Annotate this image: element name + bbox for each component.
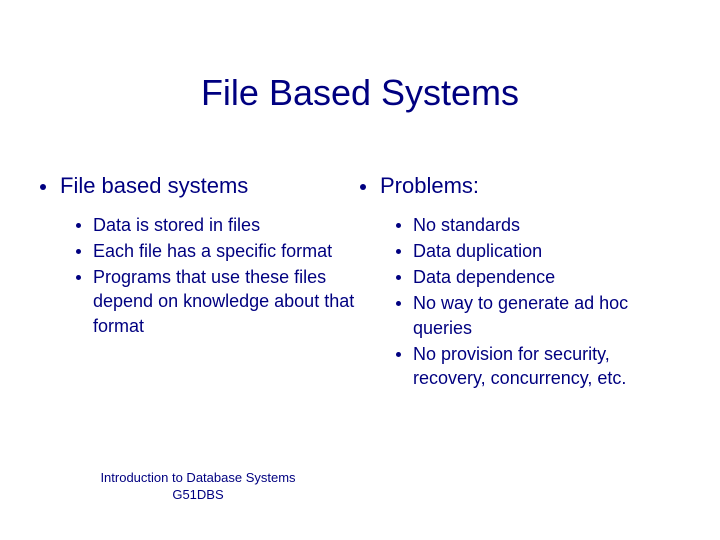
slide-title: File Based Systems bbox=[0, 0, 720, 142]
bullet-icon bbox=[76, 249, 81, 254]
list-item-text: Programs that use these files depend on … bbox=[93, 265, 360, 338]
list-item: No standards bbox=[396, 213, 680, 237]
footer-line-1: Introduction to Database Systems bbox=[88, 470, 308, 487]
list-item-text: No provision for security, recovery, con… bbox=[413, 342, 680, 391]
bullet-icon bbox=[396, 352, 401, 357]
list-item-text: Data dependence bbox=[413, 265, 555, 289]
left-heading-text: File based systems bbox=[60, 172, 248, 201]
left-column: File based systems Data is stored in fil… bbox=[40, 172, 360, 393]
bullet-icon bbox=[76, 275, 81, 280]
bullet-icon bbox=[396, 249, 401, 254]
bullet-icon bbox=[396, 301, 401, 306]
right-heading-text: Problems: bbox=[380, 172, 479, 201]
list-item: Data duplication bbox=[396, 239, 680, 263]
list-item: Data is stored in files bbox=[76, 213, 360, 237]
bullet-icon bbox=[76, 223, 81, 228]
content-columns: File based systems Data is stored in fil… bbox=[0, 142, 720, 393]
list-item-text: Data duplication bbox=[413, 239, 542, 263]
slide: File Based Systems File based systems Da… bbox=[0, 0, 720, 540]
list-item: Each file has a specific format bbox=[76, 239, 360, 263]
list-item: No way to generate ad hoc queries bbox=[396, 291, 680, 340]
bullet-icon bbox=[396, 275, 401, 280]
bullet-icon bbox=[360, 184, 366, 190]
left-list: Data is stored in files Each file has a … bbox=[40, 213, 360, 338]
list-item-text: Data is stored in files bbox=[93, 213, 260, 237]
list-item-text: Each file has a specific format bbox=[93, 239, 332, 263]
bullet-icon bbox=[40, 184, 46, 190]
right-list: No standards Data duplication Data depen… bbox=[360, 213, 680, 391]
footer-line-2: G51DBS bbox=[88, 487, 308, 504]
right-column: Problems: No standards Data duplication … bbox=[360, 172, 680, 393]
list-item-text: No way to generate ad hoc queries bbox=[413, 291, 680, 340]
right-heading: Problems: bbox=[360, 172, 680, 201]
bullet-icon bbox=[396, 223, 401, 228]
slide-footer: Introduction to Database Systems G51DBS bbox=[88, 470, 308, 504]
list-item-text: No standards bbox=[413, 213, 520, 237]
list-item: No provision for security, recovery, con… bbox=[396, 342, 680, 391]
list-item: Programs that use these files depend on … bbox=[76, 265, 360, 338]
list-item: Data dependence bbox=[396, 265, 680, 289]
left-heading: File based systems bbox=[40, 172, 360, 201]
